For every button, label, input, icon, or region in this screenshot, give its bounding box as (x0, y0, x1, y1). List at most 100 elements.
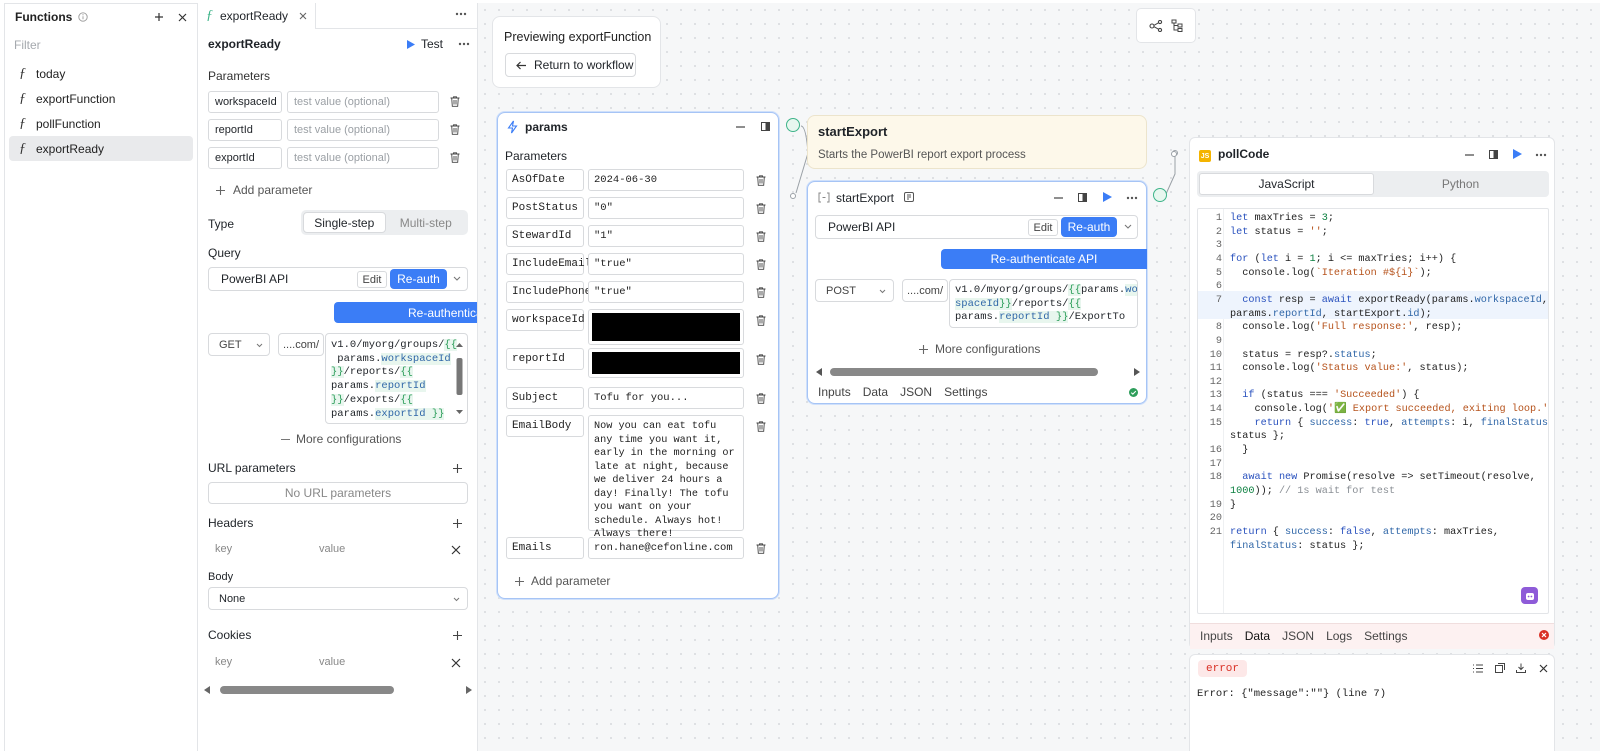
startexport-output-handle[interactable] (1153, 188, 1167, 202)
tab-python[interactable]: Python (1374, 173, 1547, 195)
param-row-value-includephone[interactable]: "true" (588, 281, 744, 303)
tab-inputs[interactable]: Inputs (1200, 629, 1233, 643)
minimize-icon[interactable] (1465, 154, 1474, 156)
params-node[interactable]: params Parameters AsOfDate 2024-06-30 Post… (497, 112, 779, 599)
trash-icon[interactable] (756, 231, 767, 243)
param-name-reportid[interactable]: reportId (208, 119, 282, 141)
more-icon[interactable] (1535, 153, 1547, 157)
trash-icon[interactable] (450, 96, 462, 109)
tab-data[interactable]: Data (1245, 629, 1270, 643)
info-icon[interactable] (78, 12, 88, 22)
code-editor[interactable]: 1 let maxTries = 3; 2 let status = ''; 3 4 fo… (1197, 208, 1549, 614)
tab-logs[interactable]: Logs (1326, 629, 1352, 643)
param-test-value[interactable]: test value (optional) (287, 119, 439, 141)
panel-icon[interactable] (1078, 193, 1087, 202)
trash-icon[interactable] (756, 393, 767, 405)
param-row-value-emailbody[interactable]: Now you can eat tofu any time you want i… (588, 415, 744, 540)
param-row-value-includeemail[interactable]: "true" (588, 253, 744, 275)
param-row-name-workspaceid[interactable]: workspaceId (506, 309, 585, 331)
param-test-value[interactable]: test value (optional) (287, 147, 439, 169)
startexport-note[interactable]: startExport Starts the PowerBI report ex… (807, 115, 1147, 169)
param-row-name-includephone[interactable]: IncludePhone (506, 281, 591, 303)
trash-icon[interactable] (756, 315, 767, 327)
trash-icon[interactable] (450, 152, 462, 165)
param-row-value-workspaceid[interactable] (588, 309, 744, 345)
startexport-more-config[interactable]: More configurations (919, 342, 1040, 356)
reauth-banner-button[interactable]: Re-authenticate API (334, 302, 477, 323)
params-add-parameter-button[interactable]: Add parameter (515, 574, 610, 588)
startexport-scrollbar[interactable] (816, 367, 1140, 377)
editor-more-icon[interactable] (458, 42, 470, 46)
panel-icon[interactable] (761, 122, 770, 131)
chevron-down-icon[interactable] (453, 276, 461, 281)
edit-button[interactable]: Edit (357, 271, 387, 288)
cookie-key-input[interactable]: key (215, 656, 232, 668)
startexport-resource-select[interactable]: PowerBI API Edit Re-auth (815, 215, 1138, 239)
filter-input[interactable]: Filter (5, 32, 197, 58)
add-header-icon[interactable] (453, 519, 462, 528)
param-row-name-subject[interactable]: Subject (506, 387, 584, 409)
tab-javascript[interactable]: JavaScript (1199, 173, 1374, 195)
trash-icon[interactable] (450, 124, 462, 137)
add-cookie-icon[interactable] (453, 631, 462, 640)
url-scrollbar[interactable] (455, 342, 464, 416)
param-row-name-emails[interactable]: Emails (506, 537, 584, 559)
trash-icon[interactable] (756, 421, 767, 433)
param-row-name-asofdate[interactable]: AsOfDate (506, 169, 584, 191)
add-url-param-icon[interactable] (453, 464, 462, 473)
tab-settings[interactable]: Settings (1364, 629, 1407, 643)
download-icon[interactable] (1516, 663, 1526, 673)
remove-cookie-icon[interactable] (451, 658, 461, 668)
tab-json[interactable]: JSON (900, 385, 932, 399)
cookie-value-input[interactable]: value (319, 656, 345, 668)
remove-header-icon[interactable] (451, 545, 461, 555)
pollcode-node[interactable]: JS pollCode JavaScript Python 1 let maxTr… (1189, 137, 1555, 649)
panel-icon[interactable] (1489, 150, 1498, 159)
function-item-exportready[interactable]: ƒ exportReady (9, 136, 193, 161)
tab-inputs[interactable]: Inputs (818, 385, 851, 399)
add-parameter-button[interactable]: Add parameter (216, 183, 312, 197)
more-icon[interactable] (1126, 196, 1138, 200)
header-key-input[interactable]: key (215, 543, 232, 555)
trash-icon[interactable] (756, 287, 767, 299)
ai-assistant-icon[interactable] (1521, 587, 1538, 604)
param-row-name-includeemail[interactable]: IncludeEmail (506, 253, 591, 275)
reauth-banner-button[interactable]: Re-authenticate API (941, 249, 1147, 269)
param-row-value-poststatus[interactable]: "0" (588, 197, 744, 219)
startexport-url-editor[interactable]: v1.0/myorg/groups/{{params.workspaceId}}… (949, 279, 1138, 328)
list-icon[interactable] (1473, 664, 1483, 673)
function-item-today[interactable]: ƒ today (9, 61, 193, 86)
trash-icon[interactable] (756, 259, 767, 271)
param-row-name-poststatus[interactable]: PostStatus (506, 197, 584, 219)
startexport-node[interactable]: startExport PowerBI API Edit Re-auth Re-… (807, 181, 1147, 404)
add-icon[interactable] (154, 12, 164, 22)
edit-button[interactable]: Edit (1028, 219, 1058, 236)
tab-data[interactable]: Data (863, 385, 888, 399)
minimize-icon[interactable] (1054, 197, 1063, 199)
workflow-canvas[interactable]: Previewing exportFunction Return to work… (478, 3, 1600, 751)
param-name-exportid[interactable]: exportId (208, 147, 282, 169)
minimize-icon[interactable] (736, 126, 745, 128)
method-select[interactable]: GET (208, 333, 270, 356)
body-select[interactable]: None (208, 587, 468, 610)
function-item-pollfunction[interactable]: ƒ pollFunction (9, 111, 193, 136)
param-row-value-reportid[interactable] (588, 348, 744, 378)
header-value-input[interactable]: value (319, 543, 345, 555)
test-button[interactable]: Test (407, 37, 443, 51)
param-row-value-asofdate[interactable]: 2024-06-30 (588, 169, 744, 191)
trash-icon[interactable] (756, 203, 767, 215)
trash-icon[interactable] (756, 354, 767, 366)
param-row-value-stewardid[interactable]: "1" (588, 225, 744, 247)
url-path-editor[interactable]: v1.0/myorg/groups/{{ params.workspaceId}… (325, 333, 468, 424)
popout-icon[interactable] (1495, 663, 1505, 673)
param-row-name-stewardid[interactable]: StewardId (506, 225, 584, 247)
param-name-workspaceid[interactable]: workspaceId (208, 91, 282, 113)
param-row-value-subject[interactable]: Tofu for you... (588, 387, 744, 409)
query-resource-select[interactable]: PowerBI API Edit Re-auth (208, 267, 468, 291)
run-icon[interactable] (1513, 149, 1522, 159)
chevron-down-icon[interactable] (1124, 224, 1132, 229)
tab-close-icon[interactable] (299, 12, 307, 20)
close-icon[interactable] (178, 13, 187, 22)
reauth-button[interactable]: Re-auth (390, 269, 447, 289)
trash-icon[interactable] (756, 543, 767, 555)
